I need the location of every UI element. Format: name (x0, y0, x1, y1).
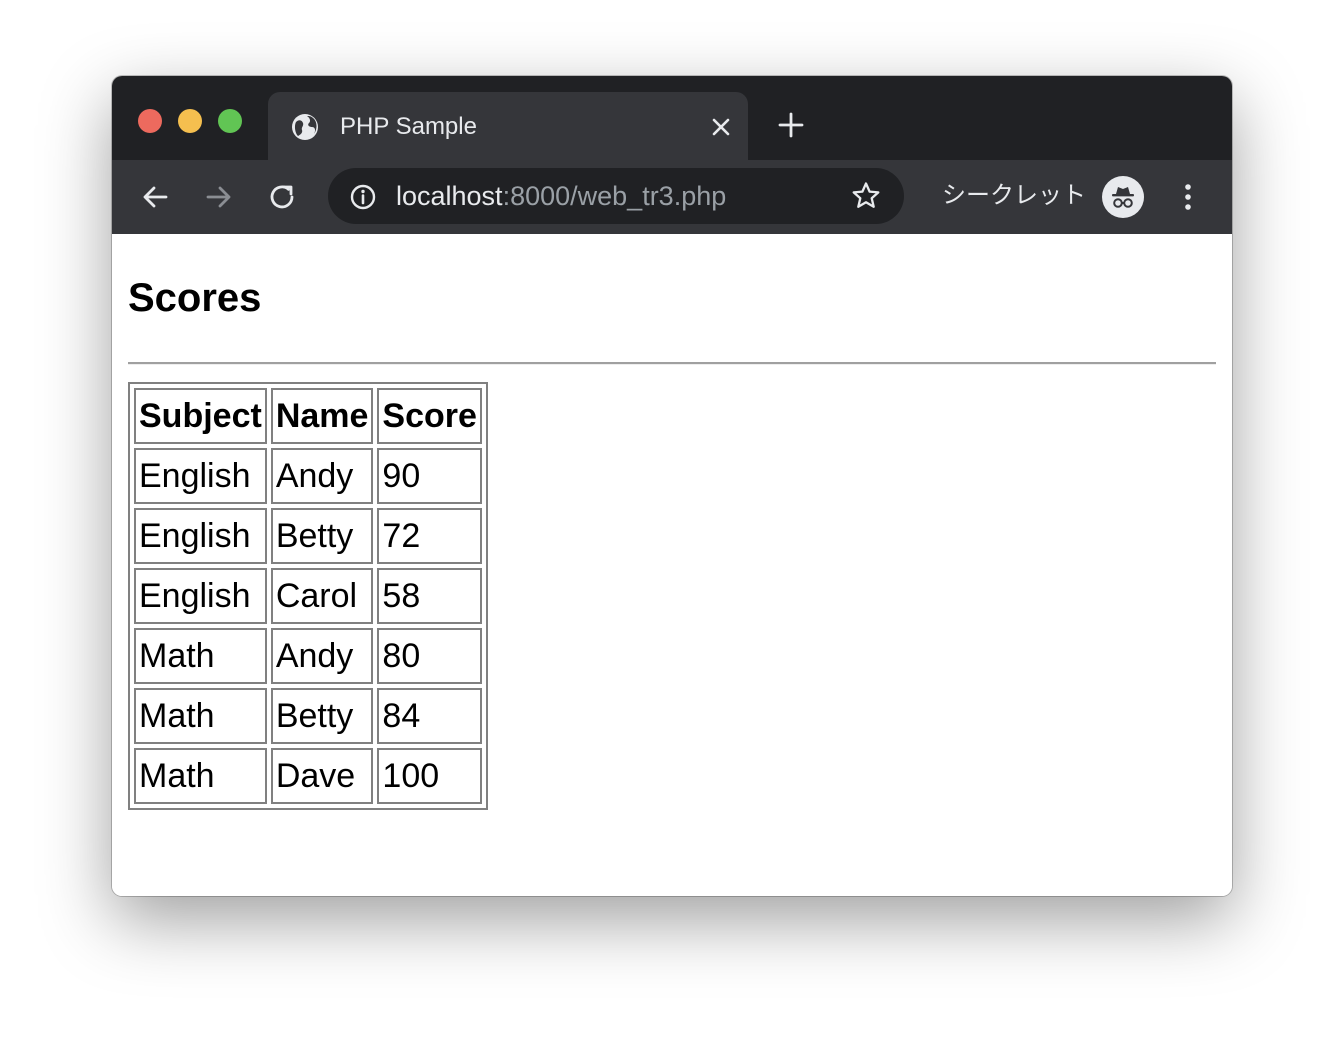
more-menu-icon[interactable] (1174, 180, 1202, 214)
cell-score: 100 (377, 748, 482, 804)
address-url[interactable]: localhost:8000/web_tr3.php (396, 180, 726, 212)
address-bar[interactable]: localhost:8000/web_tr3.php (328, 168, 904, 224)
cell-name: Dave (270, 748, 374, 804)
incognito-icon (1112, 187, 1134, 208)
maximize-window-button[interactable] (218, 109, 242, 133)
table-row: Math Betty 84 (134, 688, 482, 744)
cell-subject: English (134, 568, 267, 624)
cell-name: Betty (270, 688, 374, 744)
globe-icon (292, 114, 318, 140)
cell-subject: Math (134, 748, 267, 804)
close-icon[interactable] (708, 114, 734, 140)
table-row: Math Andy 80 (134, 628, 482, 684)
cell-name: Betty (270, 508, 374, 564)
header-subject: Subject (134, 388, 267, 444)
header-score: Score (377, 388, 482, 444)
info-icon[interactable] (348, 182, 378, 212)
star-icon[interactable] (850, 180, 882, 212)
browser-toolbar: localhost:8000/web_tr3.php シークレット (112, 160, 1232, 234)
tab-title: PHP Sample (340, 113, 477, 140)
forward-arrow-icon[interactable] (202, 180, 236, 214)
table-row: English Carol 58 (134, 568, 482, 624)
cell-score: 84 (377, 688, 482, 744)
cell-subject: Math (134, 688, 267, 744)
minimize-window-button[interactable] (178, 109, 202, 133)
cell-name: Andy (270, 448, 374, 504)
cell-name: Andy (270, 628, 374, 684)
table-row: Math Dave 100 (134, 748, 482, 804)
browser-window: PHP Sample localhost:8000/web_tr3.php シー… (112, 76, 1232, 896)
table-row: English Andy 90 (134, 448, 482, 504)
browser-tab[interactable]: PHP Sample (268, 92, 748, 160)
cell-name: Carol (270, 568, 374, 624)
header-name: Name (270, 388, 374, 444)
incognito-avatar[interactable] (1102, 176, 1144, 218)
cell-score: 58 (377, 568, 482, 624)
cell-subject: English (134, 508, 267, 564)
scores-table: Subject Name Score English Andy 90 Engli… (128, 382, 488, 810)
cell-score: 90 (377, 448, 482, 504)
title-bar: PHP Sample (112, 76, 1232, 160)
cell-score: 72 (377, 508, 482, 564)
cell-score: 80 (377, 628, 482, 684)
back-arrow-icon[interactable] (138, 180, 172, 214)
cell-subject: English (134, 448, 267, 504)
page-content: Scores Subject Name Score English Andy 9… (112, 234, 1232, 896)
reload-icon[interactable] (266, 180, 300, 214)
incognito-label: シークレット (942, 182, 1086, 209)
cell-subject: Math (134, 628, 267, 684)
url-host: localhost (396, 181, 503, 211)
horizontal-rule (128, 362, 1216, 365)
plus-icon[interactable] (776, 110, 806, 140)
table-header-row: Subject Name Score (134, 388, 482, 444)
url-path: :8000/web_tr3.php (502, 181, 727, 211)
page-title: Scores (128, 276, 262, 320)
table-row: English Betty 72 (134, 508, 482, 564)
close-window-button[interactable] (138, 109, 162, 133)
